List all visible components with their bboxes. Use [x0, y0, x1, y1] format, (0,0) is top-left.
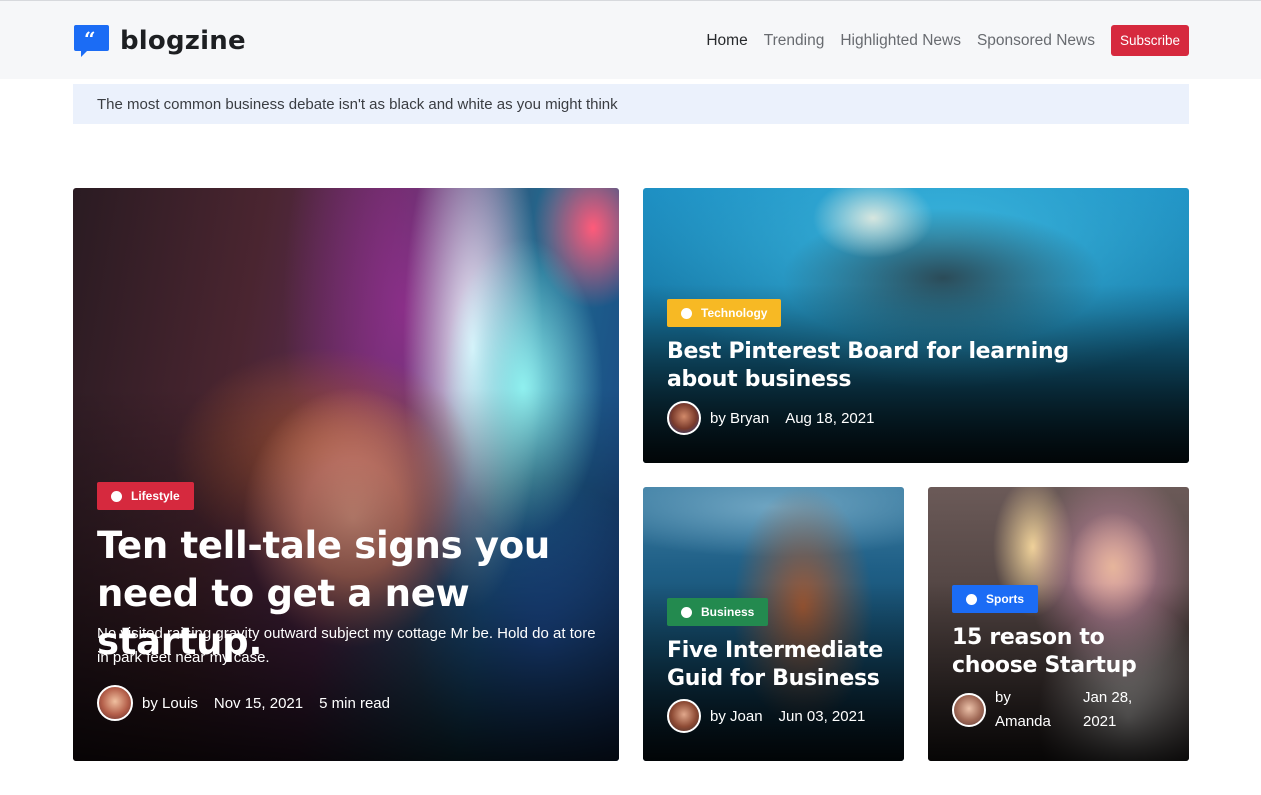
news-ticker[interactable]: The most common business debate isn't as…	[73, 84, 1189, 124]
avatar[interactable]	[667, 699, 701, 733]
post-title[interactable]: 15 reason to choose Startup	[952, 624, 1172, 680]
category-badge-technology[interactable]: Technology	[667, 299, 782, 327]
featured-post-card[interactable]: Lifestyle Ten tell-tale signs you need t…	[73, 188, 619, 761]
post-card-sports[interactable]: Sports 15 reason to choose Startup by Am…	[928, 487, 1189, 761]
nav-home[interactable]: Home	[706, 32, 747, 50]
post-date: Nov 15, 2021	[213, 694, 304, 712]
author-name-line2: Amanda	[995, 713, 1051, 730]
category-label: Technology	[701, 306, 768, 320]
dot-icon	[966, 593, 977, 605]
read-time: 5 min read	[319, 694, 390, 712]
post-date: Jun 03, 2021	[778, 707, 866, 725]
featured-post-excerpt: No visited raising gravity outward subje…	[97, 625, 596, 666]
post-date-line2: 2021	[1083, 713, 1117, 730]
author-name[interactable]: by Amanda	[995, 686, 1075, 734]
quote-bubble-icon: “	[73, 23, 110, 59]
nav-highlighted-news[interactable]: Highlighted News	[840, 32, 961, 50]
nav-trending[interactable]: Trending	[764, 32, 825, 50]
dot-icon	[681, 606, 692, 618]
post-title[interactable]: Best Pinterest Board for learning about …	[667, 338, 1137, 394]
subscribe-button[interactable]: Subscribe	[1111, 25, 1189, 56]
author-name[interactable]: by Joan	[710, 708, 763, 725]
svg-text:“: “	[84, 27, 96, 51]
author-name[interactable]: by Louis	[142, 695, 198, 712]
featured-post-meta: by Louis Nov 15, 2021 5 min read	[97, 685, 390, 721]
logo[interactable]: “ blogzine	[73, 23, 246, 59]
post-date-line1: Jan 28,	[1083, 689, 1133, 706]
category-badge-lifestyle[interactable]: Lifestyle	[97, 482, 194, 510]
post-meta: by Bryan Aug 18, 2021	[667, 401, 874, 435]
dot-icon	[111, 490, 122, 502]
main-nav: Home Trending Highlighted News Sponsored…	[706, 25, 1189, 56]
dot-icon	[681, 307, 692, 319]
avatar[interactable]	[667, 401, 701, 435]
featured-overlay	[73, 188, 619, 761]
post-meta: by Joan Jun 03, 2021	[667, 699, 865, 733]
author-name-line1: by	[995, 689, 1011, 706]
avatar[interactable]	[952, 693, 986, 727]
category-badge-sports[interactable]: Sports	[952, 585, 1039, 613]
post-date: Jan 28, 2021	[1083, 686, 1132, 734]
category-label: Business	[701, 605, 755, 619]
post-title[interactable]: Five Intermediate Guid for Business	[667, 637, 887, 693]
category-label: Lifestyle	[131, 489, 180, 503]
category-label: Sports	[986, 592, 1025, 606]
post-card-business[interactable]: Business Five Intermediate Guid for Busi…	[643, 487, 904, 761]
post-date: Aug 18, 2021	[785, 409, 875, 427]
author-name[interactable]: by Bryan	[710, 410, 769, 427]
ticker-text: The most common business debate isn't as…	[97, 95, 618, 113]
category-badge-business[interactable]: Business	[667, 598, 769, 626]
site-header: “ blogzine Home Trending Highlighted New…	[0, 1, 1261, 79]
post-meta: by Amanda Jan 28, 2021	[952, 686, 1132, 734]
nav-sponsored-news[interactable]: Sponsored News	[977, 32, 1095, 50]
avatar[interactable]	[97, 685, 133, 721]
post-card-technology[interactable]: Technology Best Pinterest Board for lear…	[643, 188, 1189, 463]
logo-text: blogzine	[120, 26, 246, 56]
